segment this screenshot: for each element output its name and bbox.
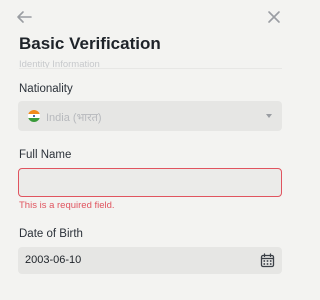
arrow-left-icon <box>17 11 32 23</box>
date-of-birth-value: 2003-06-10 <box>25 254 82 266</box>
full-name-label: Full Name <box>19 149 72 161</box>
close-button[interactable] <box>265 8 283 26</box>
back-button[interactable] <box>14 8 34 26</box>
full-name-input[interactable] <box>18 168 282 197</box>
full-name-error: This is a required field. <box>19 200 115 211</box>
calendar-icon[interactable] <box>260 253 275 268</box>
divider <box>19 68 282 69</box>
close-icon <box>268 11 280 23</box>
nationality-value: India (भारत) <box>46 112 102 124</box>
india-flag-icon <box>28 110 40 122</box>
date-of-birth-input[interactable]: 2003-06-10 <box>18 247 282 274</box>
top-bar <box>0 0 300 34</box>
nationality-select[interactable]: India (भारत) <box>18 101 282 131</box>
nationality-label: Nationality <box>19 83 73 95</box>
date-of-birth-label: Date of Birth <box>19 228 83 240</box>
page-title: Basic Verification <box>19 34 161 53</box>
caret-down-icon <box>266 114 272 118</box>
